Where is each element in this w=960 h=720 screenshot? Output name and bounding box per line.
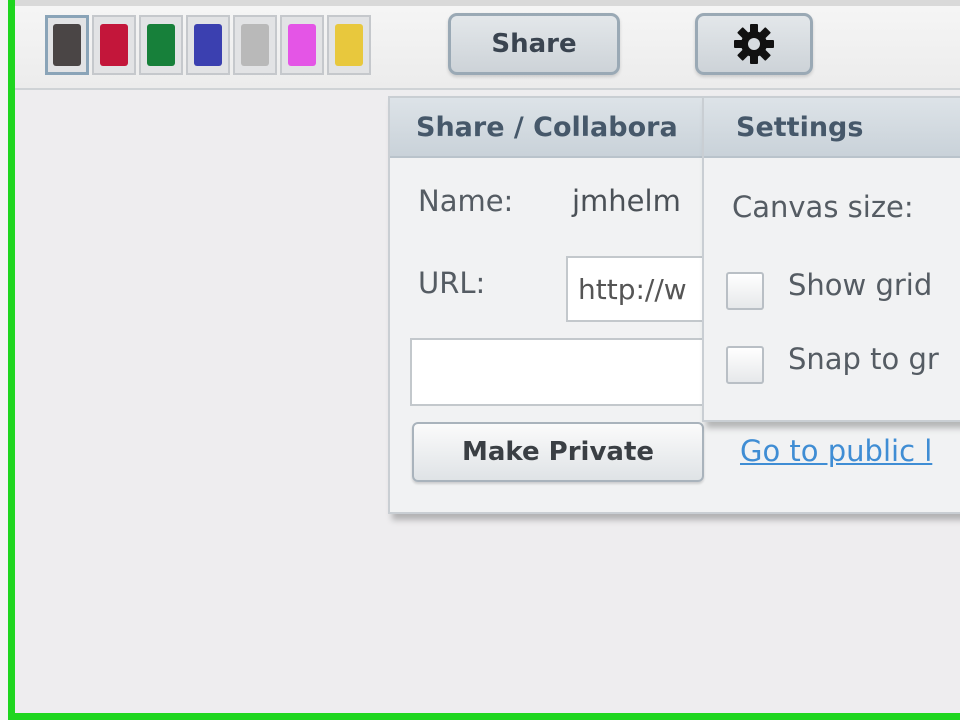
swatch-magenta-chip	[288, 24, 316, 66]
name-value: jmhelm	[572, 184, 681, 218]
swatch-dark-gray-chip	[53, 24, 81, 66]
swatch-yellow[interactable]	[327, 15, 371, 75]
url-label: URL:	[418, 266, 486, 300]
show-grid-label: Show grid	[788, 268, 933, 302]
toolbar-top-strip	[15, 0, 960, 6]
snap-to-grid-label: Snap to gr	[788, 342, 939, 376]
settings-button[interactable]	[695, 13, 813, 75]
swatch-green-chip	[147, 24, 175, 66]
canvas-size-label: Canvas size:	[732, 190, 914, 224]
swatch-green[interactable]	[139, 15, 183, 75]
settings-panel: Settings Canvas size: Show grid Snap to …	[702, 96, 960, 422]
swatch-dark-gray[interactable]	[45, 15, 89, 75]
toolbar: Share	[15, 0, 960, 90]
show-grid-checkbox[interactable]	[726, 272, 764, 310]
swatch-light-gray[interactable]	[233, 15, 277, 75]
swatch-blue-chip	[194, 24, 222, 66]
left-gutter	[0, 0, 8, 720]
make-private-button[interactable]: Make Private	[412, 422, 704, 482]
snap-to-grid-checkbox[interactable]	[726, 346, 764, 384]
gear-icon	[731, 21, 777, 67]
swatch-red-chip	[100, 24, 128, 66]
settings-panel-title: Settings	[704, 98, 960, 158]
canvas-border-left	[8, 0, 15, 720]
swatch-magenta[interactable]	[280, 15, 324, 75]
public-link[interactable]: Go to public l	[740, 434, 932, 468]
name-label: Name:	[418, 184, 514, 218]
share-button[interactable]: Share	[448, 13, 620, 75]
drawing-app: Share Share / Collabora Name: jmhelm URL…	[0, 0, 960, 720]
color-palette	[45, 12, 375, 78]
canvas-border-bottom	[8, 713, 960, 720]
swatch-light-gray-chip	[241, 24, 269, 66]
swatch-blue[interactable]	[186, 15, 230, 75]
swatch-red[interactable]	[92, 15, 136, 75]
swatch-yellow-chip	[335, 24, 363, 66]
